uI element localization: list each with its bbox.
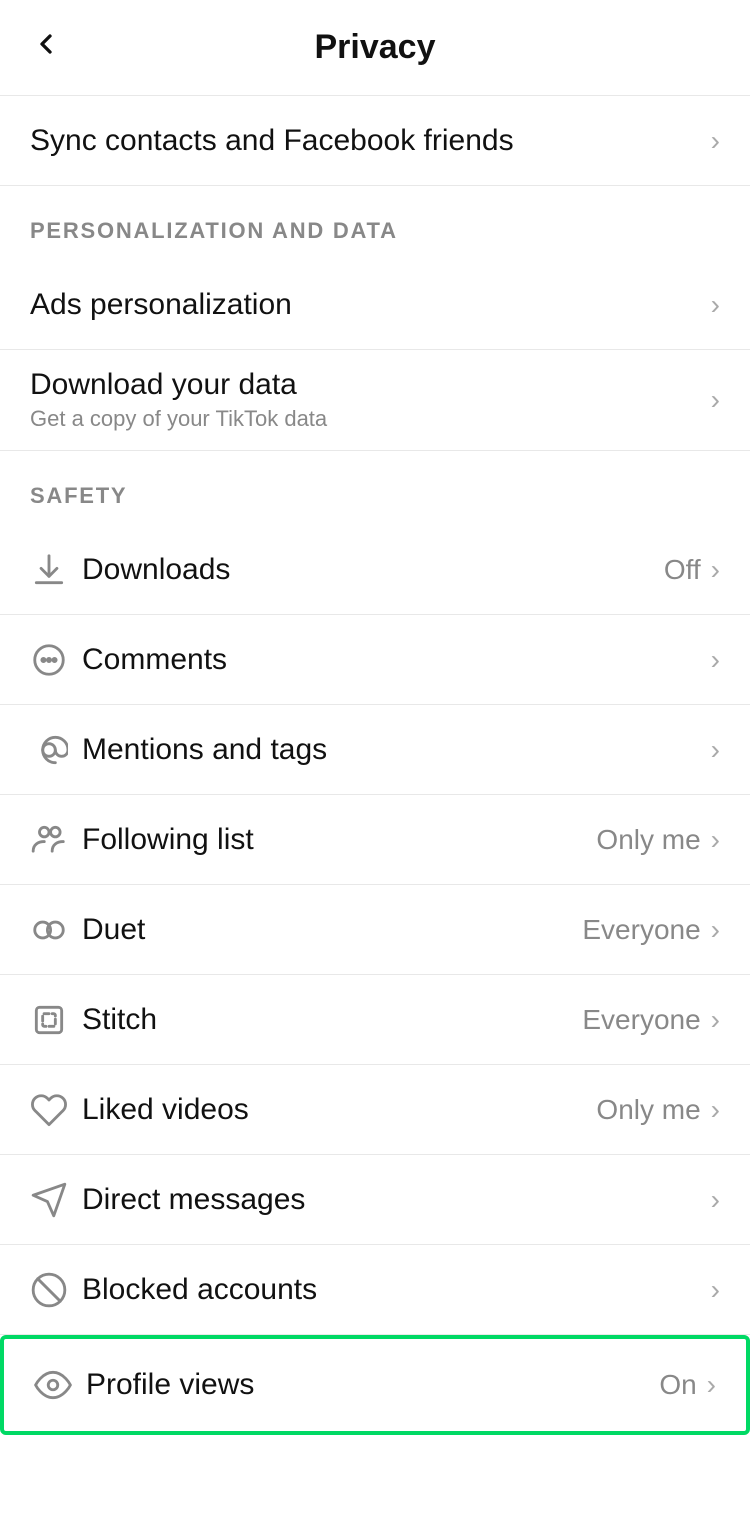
chevron-icon: › (711, 824, 720, 856)
downloads-right: Off › (664, 554, 720, 586)
liked-videos-item[interactable]: Liked videos Only me › (0, 1065, 750, 1155)
stitch-value: Everyone (582, 1004, 700, 1036)
top-section: Sync contacts and Facebook friends › (0, 96, 750, 186)
duet-label: Duet (82, 913, 582, 947)
dm-right: › (707, 1184, 720, 1216)
chevron-icon: › (711, 554, 720, 586)
download-right: › (707, 384, 720, 416)
chevron-icon: › (711, 1094, 720, 1126)
chevron-icon: › (711, 1184, 720, 1216)
page-title: Privacy (315, 28, 436, 67)
duet-right: Everyone › (582, 914, 720, 946)
comments-icon (30, 641, 82, 679)
following-list-label: Following list (82, 823, 596, 857)
safety-section: SAFETY Downloads Off › Comments (0, 451, 750, 1435)
liked-value: Only me (596, 1094, 700, 1126)
downloads-item[interactable]: Downloads Off › (0, 525, 750, 615)
chevron-icon: › (711, 914, 720, 946)
stitch-label: Stitch (82, 1003, 582, 1037)
duet-icon (30, 911, 82, 949)
chevron-icon: › (711, 1004, 720, 1036)
stitch-item[interactable]: Stitch Everyone › (0, 975, 750, 1065)
duet-item[interactable]: Duet Everyone › (0, 885, 750, 975)
download-data-label: Download your data (30, 368, 707, 402)
chevron-icon: › (711, 734, 720, 766)
chevron-icon: › (711, 125, 720, 157)
comments-right: › (707, 644, 720, 676)
chevron-icon: › (711, 644, 720, 676)
blocked-accounts-label: Blocked accounts (82, 1273, 707, 1307)
personalization-section: PERSONALIZATION AND DATA Ads personaliza… (0, 186, 750, 451)
stitch-icon (30, 1001, 82, 1039)
liked-right: Only me › (596, 1094, 720, 1126)
following-value: Only me (596, 824, 700, 856)
chevron-icon: › (711, 1274, 720, 1306)
ads-personalization-label: Ads personalization (30, 288, 707, 322)
comments-item[interactable]: Comments › (0, 615, 750, 705)
duet-value: Everyone (582, 914, 700, 946)
safety-section-label: SAFETY (0, 451, 750, 525)
following-icon (30, 821, 82, 859)
mentions-tags-label: Mentions and tags (82, 733, 707, 767)
liked-videos-label: Liked videos (82, 1093, 596, 1127)
direct-messages-item[interactable]: Direct messages › (0, 1155, 750, 1245)
block-icon (30, 1271, 82, 1309)
profile-views-value: On (659, 1369, 696, 1401)
profile-views-right: On › (659, 1369, 716, 1401)
back-button[interactable] (30, 28, 62, 68)
mentions-right: › (707, 734, 720, 766)
download-icon (30, 551, 82, 589)
download-data-sublabel: Get a copy of your TikTok data (30, 406, 707, 432)
downloads-label: Downloads (82, 553, 664, 587)
following-list-item[interactable]: Following list Only me › (0, 795, 750, 885)
profile-views-item[interactable]: Profile views On › (0, 1335, 750, 1435)
chevron-icon: › (711, 289, 720, 321)
messages-icon (30, 1181, 82, 1219)
sync-contacts-right: › (707, 125, 720, 157)
ads-personalization-item[interactable]: Ads personalization › (0, 260, 750, 350)
downloads-value: Off (664, 554, 701, 586)
profile-views-label: Profile views (86, 1368, 659, 1402)
header: Privacy (0, 0, 750, 96)
ads-right: › (707, 289, 720, 321)
eye-icon (34, 1366, 86, 1404)
direct-messages-label: Direct messages (82, 1183, 707, 1217)
sync-contacts-item[interactable]: Sync contacts and Facebook friends › (0, 96, 750, 186)
mentions-tags-item[interactable]: Mentions and tags › (0, 705, 750, 795)
download-data-item[interactable]: Download your data Get a copy of your Ti… (0, 350, 750, 451)
mention-icon (30, 731, 82, 769)
following-right: Only me › (596, 824, 720, 856)
sync-contacts-label: Sync contacts and Facebook friends (30, 124, 707, 158)
chevron-icon: › (707, 1369, 716, 1401)
personalization-section-label: PERSONALIZATION AND DATA (0, 186, 750, 260)
stitch-right: Everyone › (582, 1004, 720, 1036)
comments-label: Comments (82, 643, 707, 677)
blocked-accounts-item[interactable]: Blocked accounts › (0, 1245, 750, 1335)
heart-icon (30, 1091, 82, 1129)
chevron-icon: › (711, 384, 720, 416)
blocked-right: › (707, 1274, 720, 1306)
